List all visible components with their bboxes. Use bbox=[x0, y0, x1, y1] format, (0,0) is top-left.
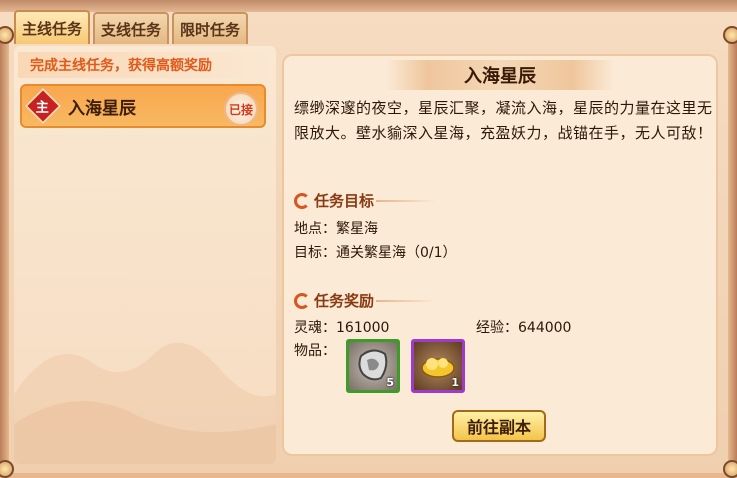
reward-item-golden-cloud[interactable]: 1 bbox=[411, 339, 465, 393]
go-to-dungeon-button[interactable]: 前往副本 bbox=[452, 410, 546, 442]
border-knob-icon bbox=[723, 26, 737, 44]
objective-header: 任务目标 bbox=[294, 190, 374, 211]
quest-hint: 完成主线任务，获得高额奖励 bbox=[18, 52, 272, 78]
left-border bbox=[0, 30, 9, 473]
quest-list-item[interactable]: 主 入海星辰 已接 bbox=[20, 84, 266, 128]
window-top-border bbox=[0, 0, 737, 12]
quest-tabs: 主线任务 支线任务 限时任务 bbox=[14, 10, 249, 44]
quest-description: 缥缈深邃的夜空，星辰汇聚，凝流入海，星辰的力量在这里无限放大。壁水貐深入星海，充… bbox=[294, 99, 713, 142]
objective-goal: 目标：通关繁星海（0/1） bbox=[294, 245, 457, 261]
reward-items-label: 物品： bbox=[294, 343, 336, 359]
swirl-icon bbox=[294, 292, 310, 309]
quest-title-banner: 入海星辰 bbox=[386, 60, 614, 90]
mountain-decoration bbox=[14, 342, 276, 464]
tab-main-quest[interactable]: 主线任务 bbox=[14, 10, 91, 44]
reward-item-silver-claw[interactable]: 5 bbox=[346, 339, 400, 393]
border-knob-icon bbox=[0, 460, 14, 478]
quest-list-panel: 完成主线任务，获得高额奖励 主 入海星辰 已接 bbox=[14, 46, 276, 464]
right-border bbox=[728, 30, 737, 473]
quest-list-item-name: 入海星辰 bbox=[68, 98, 136, 119]
reward-soul: 灵魂：161000 bbox=[294, 320, 390, 336]
objective-location: 地点：繁星海 bbox=[294, 221, 378, 237]
quest-title: 入海星辰 bbox=[464, 66, 536, 87]
reward-header: 任务奖励 bbox=[294, 290, 374, 311]
main-quest-badge-icon: 主 bbox=[24, 87, 62, 125]
tab-limited-quest[interactable]: 限时任务 bbox=[172, 12, 249, 44]
reward-exp: 经验：644000 bbox=[476, 320, 572, 336]
accepted-stamp: 已接 bbox=[224, 92, 258, 126]
tab-side-quest[interactable]: 支线任务 bbox=[93, 12, 170, 44]
border-knob-icon bbox=[723, 460, 737, 478]
swirl-icon bbox=[294, 192, 310, 209]
